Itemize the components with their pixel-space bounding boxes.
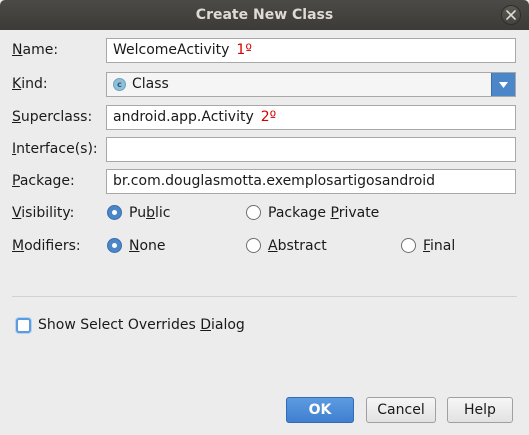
name-label: Name: [12,42,59,58]
annotation-2: 2º [260,109,277,125]
interfaces-input[interactable] [106,137,516,162]
superclass-value: android.app.Activity [113,109,254,125]
chevron-down-icon [499,82,508,88]
ok-button[interactable]: OK [286,397,354,423]
radio-final-indicator[interactable] [401,238,416,253]
close-button[interactable] [501,5,521,25]
radio-package-private-indicator[interactable] [246,205,261,220]
kind-dropdown[interactable]: c Class [106,72,516,97]
radio-package-private-label: Package Private [268,205,380,221]
modifiers-label: Modifiers: [12,238,81,254]
annotation-1: 1º [236,42,252,58]
separator [12,296,517,297]
radio-none-indicator[interactable] [107,238,122,253]
radio-public[interactable]: Public [106,203,226,223]
title-bar[interactable]: Create New Class [0,0,529,30]
interfaces-label: Interface(s): [12,141,98,157]
kind-value: Class [132,76,169,92]
kind-label: Kind: [12,76,48,92]
name-value: WelcomeActivity [113,42,230,58]
help-button[interactable]: Help [447,397,513,423]
radio-none[interactable]: None [106,236,226,256]
package-label: Package: [12,173,75,189]
create-new-class-dialog: Create New Class Name: WelcomeActivity 1º… [0,0,529,435]
radio-none-label: None [129,238,166,254]
dialog-title: Create New Class [195,7,334,23]
close-icon [506,10,516,20]
radio-abstract[interactable]: Abstract [245,236,365,256]
package-value: br.com.douglasmotta.exemplosartigosandro… [113,173,436,189]
radio-abstract-indicator[interactable] [246,238,261,253]
radio-package-private[interactable]: Package Private [245,203,395,223]
radio-public-indicator[interactable] [107,205,122,220]
class-icon: c [113,78,126,91]
show-overrides-checkbox[interactable] [16,318,31,333]
superclass-input[interactable]: android.app.Activity 2º [106,105,516,130]
superclass-label: Superclass: [12,109,93,125]
radio-abstract-label: Abstract [268,238,327,254]
cancel-button[interactable]: Cancel [366,397,436,423]
package-input[interactable]: br.com.douglasmotta.exemplosartigosandro… [106,169,516,194]
radio-final-label: Final [423,238,456,254]
radio-final[interactable]: Final [400,236,510,256]
name-input[interactable]: WelcomeActivity 1º [106,38,516,63]
dropdown-arrow-button[interactable] [491,73,515,96]
show-overrides-label[interactable]: Show Select Overrides Dialog [38,315,245,335]
radio-public-label: Public [129,205,171,221]
visibility-label: Visibility: [12,205,75,221]
